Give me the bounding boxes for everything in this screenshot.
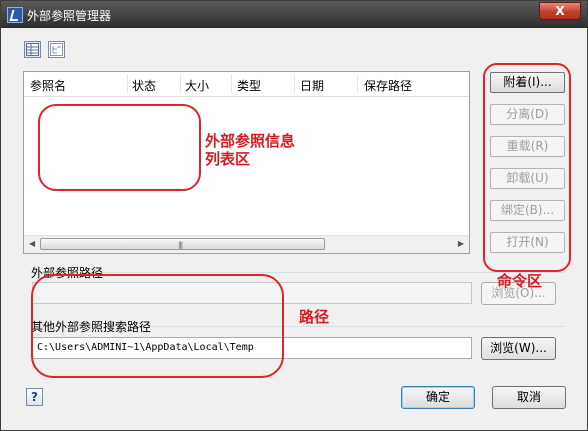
list-area-annotation-outline: [38, 104, 201, 191]
list-view-button[interactable]: [24, 41, 41, 58]
column-divider[interactable]: [357, 74, 358, 93]
column-divider[interactable]: [294, 74, 295, 93]
ok-button[interactable]: 确定: [401, 386, 475, 409]
command-area-annotation-outline: [483, 63, 571, 272]
browse-search-path-button[interactable]: 浏览(W)...: [481, 337, 556, 360]
scroll-left-icon[interactable]: ◀: [29, 239, 35, 248]
scroll-grip-icon: |||: [178, 241, 183, 249]
column-divider[interactable]: [180, 74, 181, 93]
scroll-thumb[interactable]: |||: [40, 238, 325, 250]
column-header-saved-path[interactable]: 保存路径: [364, 77, 412, 94]
title-bar[interactable]: 外部参照管理器 X: [1, 1, 587, 28]
horizontal-scrollbar[interactable]: ◀ ||| ▶: [24, 235, 469, 253]
column-header-date[interactable]: 日期: [300, 77, 324, 94]
column-header-status[interactable]: 状态: [132, 77, 156, 94]
help-button[interactable]: ?: [26, 388, 43, 406]
list-header: 参照名 状态 大小 类型 日期 保存路径: [24, 72, 469, 97]
scroll-right-icon[interactable]: ▶: [458, 239, 464, 248]
close-icon: X: [555, 4, 565, 18]
path-area-annotation-outline: [31, 274, 284, 378]
list-area-annotation-line: 列表区: [205, 150, 251, 168]
close-button[interactable]: X: [539, 2, 581, 20]
list-area-annotation-line: 外部参照信息: [205, 132, 296, 150]
list-view-icon: [26, 43, 39, 56]
tree-view-button[interactable]: [48, 41, 65, 58]
window-title: 外部参照管理器: [27, 9, 112, 23]
cancel-button[interactable]: 取消: [492, 386, 566, 409]
column-divider[interactable]: [127, 74, 128, 93]
column-header-name[interactable]: 参照名: [30, 77, 66, 94]
group-divider: [105, 272, 565, 273]
column-header-type[interactable]: 类型: [237, 77, 261, 94]
tree-view-icon: [50, 43, 63, 56]
app-icon: [7, 7, 23, 23]
column-divider[interactable]: [231, 74, 232, 93]
path-area-annotation-text: 路径: [299, 308, 330, 326]
command-area-annotation-text: 命令区: [497, 272, 543, 290]
list-area-annotation-text: 外部参照信息 列表区: [205, 132, 295, 168]
xref-manager-dialog: 外部参照管理器 X 参照名 状态 大小 类型 日期 保存路径 ◀ ||| ▶ 附…: [0, 0, 588, 431]
column-header-size[interactable]: 大小: [185, 77, 209, 94]
